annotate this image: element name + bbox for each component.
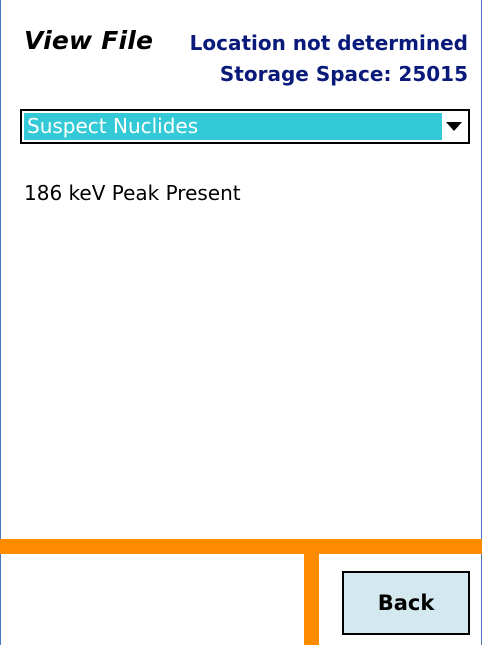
dropdown-selected-value: Suspect Nuclides: [24, 113, 442, 140]
footer-divider-vertical: [304, 539, 319, 645]
footer-divider-horizontal: [0, 539, 482, 554]
file-content-text: 186 keV Peak Present: [24, 181, 241, 205]
back-button[interactable]: Back: [342, 571, 470, 635]
chevron-down-icon[interactable]: [446, 122, 462, 131]
storage-space-status: Storage Space: 25015: [219, 62, 468, 86]
location-status: Location not determined: [189, 31, 468, 55]
page-title: View File: [24, 26, 154, 55]
view-select-dropdown[interactable]: Suspect Nuclides: [20, 109, 470, 144]
